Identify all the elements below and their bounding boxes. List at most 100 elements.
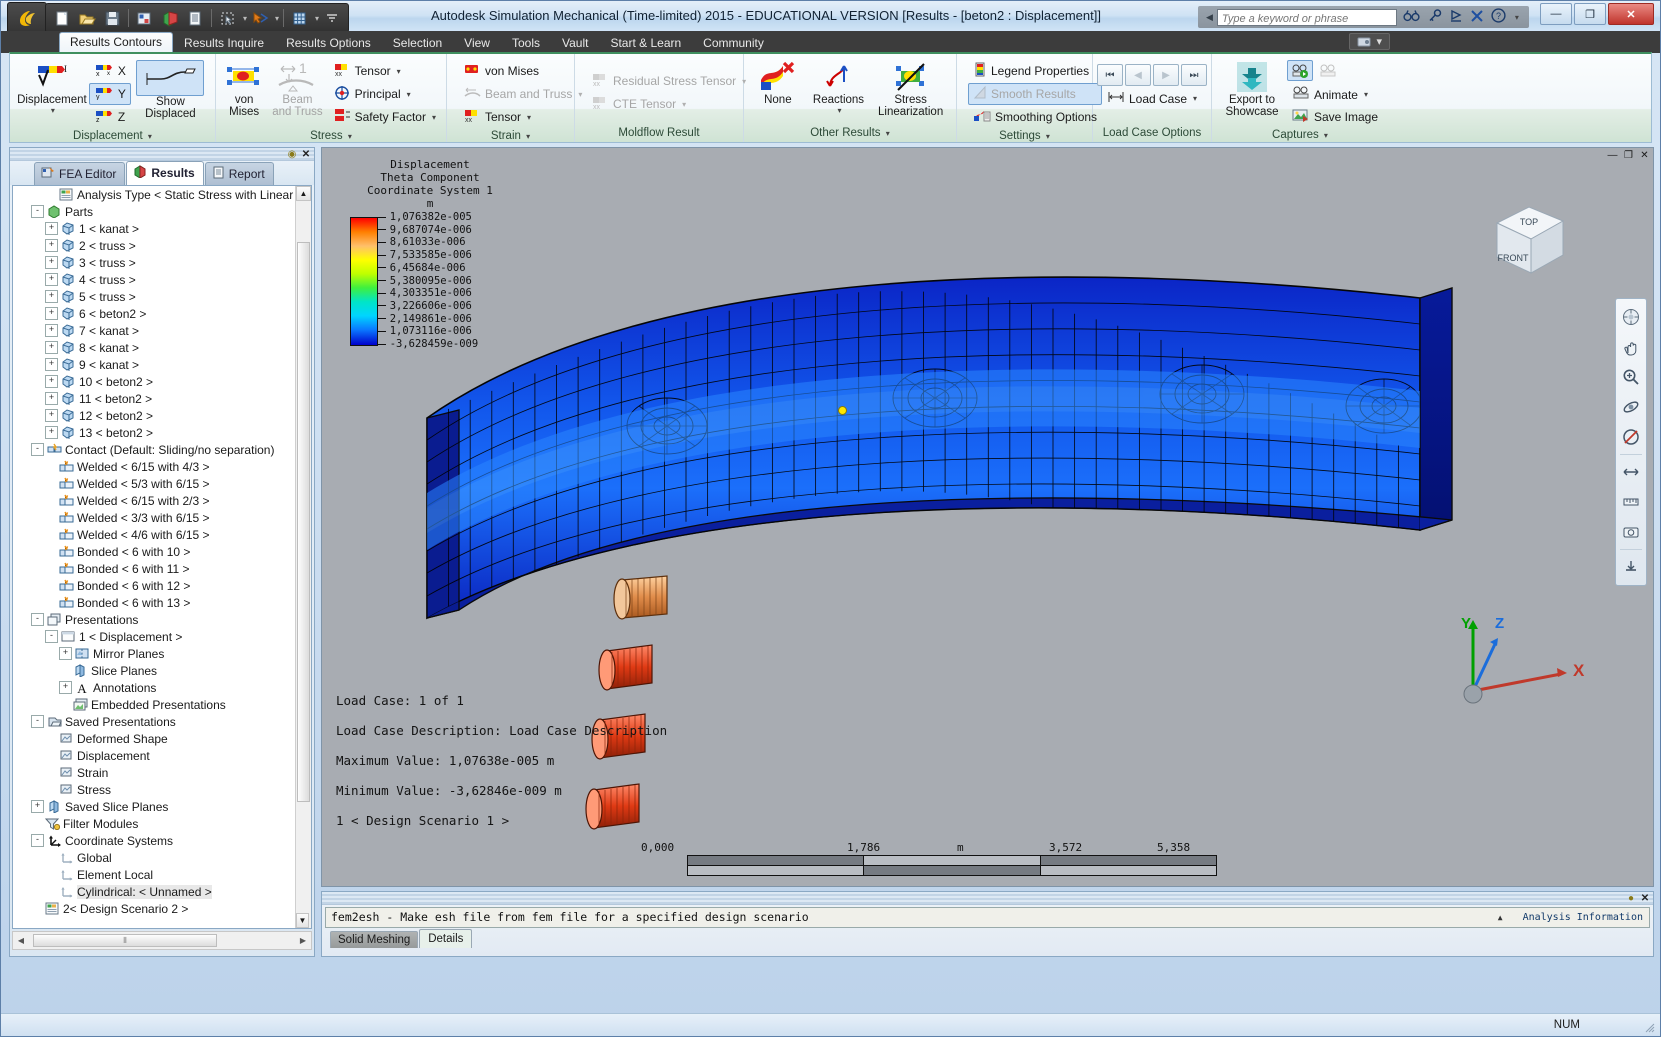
displacement-y-button[interactable]: y Y (89, 83, 131, 105)
autohide-pin-icon[interactable]: ◉ (286, 148, 298, 160)
tree-item[interactable]: Strain (13, 764, 311, 781)
tree-item[interactable]: +6 < beton2 > (13, 305, 311, 322)
animate-button[interactable]: Animate ▾ (1287, 84, 1383, 105)
help-icon[interactable]: ? (1491, 8, 1506, 26)
pointer-dropdown-icon[interactable]: ▾ (275, 14, 279, 23)
tree-item[interactable]: Global (13, 849, 311, 866)
tree-scroll-right-arrow[interactable]: ▶ (295, 936, 311, 945)
save-icon[interactable] (100, 7, 124, 29)
select-dropdown-icon[interactable]: ▾ (243, 14, 247, 23)
tree-item[interactable]: +12 < beton2 > (13, 407, 311, 424)
load-case-dropdown-icon[interactable]: ▾ (1193, 94, 1197, 103)
ribbon-tab-community[interactable]: Community (692, 33, 775, 53)
animate-dropdown-icon[interactable]: ▾ (1364, 90, 1368, 99)
stop-animation-button[interactable] (1315, 60, 1341, 81)
new-icon[interactable] (50, 7, 74, 29)
ribbon-workspace-dropdown[interactable]: ▾ (1349, 33, 1390, 50)
von-mises-stress-button[interactable]: von Mises (221, 58, 267, 118)
stress-linearization-button[interactable]: Stress Linearization (870, 58, 951, 118)
tree-item[interactable]: +2 < truss > (13, 237, 311, 254)
tree-item[interactable]: Welded < 4/6 with 6/15 > (13, 526, 311, 543)
tree-item[interactable]: Analysis Type < Static Stress with Linea… (13, 186, 311, 203)
tree-hscroll-thumb[interactable]: ⦀ (33, 934, 217, 947)
output-panel-tabs[interactable]: Solid Meshing Details (330, 929, 1653, 948)
tree-item[interactable]: -1 < Displacement > (13, 628, 311, 645)
tree-item[interactable]: Filter Modules (13, 815, 311, 832)
viewport-caption-buttons[interactable]: — ❐ ✕ (1606, 150, 1651, 163)
tree-item[interactable]: +8 < kanat > (13, 339, 311, 356)
group-title-stress[interactable]: Stress ▾ (216, 128, 446, 145)
stress-group-dropdown-icon[interactable]: ▾ (348, 132, 352, 141)
strain-buttons[interactable]: von Mises Beam and Truss ▾ xx Tensor ▾ (452, 58, 587, 128)
group-title-displacement[interactable]: Displacement ▾ (10, 128, 215, 145)
steering-wheel-icon[interactable] (1616, 302, 1646, 332)
cte-tensor-button[interactable]: xx CTE Tensor ▾ (586, 93, 751, 115)
model-icon[interactable] (158, 7, 182, 29)
search-expand-icon[interactable]: ◀ (1202, 12, 1217, 23)
captures-buttons[interactable]: Animate ▾ Save Image (1287, 58, 1383, 127)
tree-item[interactable]: +11 < beton2 > (13, 390, 311, 407)
maximize-button[interactable]: ❐ (1574, 3, 1606, 25)
ribbon-tab-view[interactable]: View (453, 33, 501, 53)
viewport-maximize-icon[interactable]: ❐ (1622, 150, 1635, 163)
tree-item[interactable]: Slice Planes (13, 662, 311, 679)
safety-factor-button[interactable]: Safety Factor ▾ (328, 106, 441, 128)
stress-principal-dropdown-icon[interactable]: ▾ (407, 90, 411, 99)
tree-item[interactable]: Welded < 6/15 with 4/3 > (13, 458, 311, 475)
moldflow-buttons[interactable]: xx Residual Stress Tensor ▾ xx CTE Tenso… (580, 58, 751, 115)
satellite-icon[interactable] (1449, 9, 1463, 26)
view-dropdown-icon[interactable]: ▾ (315, 14, 319, 23)
ribbon-tab-tools[interactable]: Tools (501, 33, 551, 53)
output-autohide-pin-icon[interactable]: ● (1625, 892, 1637, 904)
tree-item[interactable]: +13 < beton2 > (13, 424, 311, 441)
pan-icon[interactable] (1616, 332, 1646, 362)
tree-item[interactable]: Welded < 5/3 with 6/15 > (13, 475, 311, 492)
other-results-group-dropdown-icon[interactable]: ▾ (886, 129, 890, 138)
tree-item[interactable]: +7 < kanat > (13, 322, 311, 339)
captures-group-dropdown-icon[interactable]: ▾ (1324, 131, 1328, 140)
help-dropdown-icon[interactable]: ▾ (1515, 13, 1519, 22)
residual-stress-tensor-button[interactable]: xx Residual Stress Tensor ▾ (586, 70, 751, 92)
smooth-results-button[interactable]: Smooth Results (968, 83, 1102, 105)
output-panel-titlebar[interactable]: ● ✕ (322, 892, 1653, 905)
tab-report[interactable]: Report (205, 162, 274, 185)
strain-von-mises-button[interactable]: von Mises (458, 60, 587, 82)
stress-principal-button[interactable]: Principal ▾ (328, 83, 441, 105)
tree-item[interactable]: +10 < beton2 > (13, 373, 311, 390)
mesh-icon[interactable] (133, 7, 157, 29)
tree-item[interactable]: Bonded < 6 with 13 > (13, 594, 311, 611)
tree-item[interactable]: 2< Design Scenario 2 > (13, 900, 311, 917)
displacement-group-dropdown-icon[interactable]: ▾ (148, 132, 152, 141)
tree-item[interactable]: -Presentations (13, 611, 311, 628)
model-tree[interactable]: ▲ ▼ Analysis Type < Static Stress with L… (12, 185, 312, 929)
close-button[interactable]: ✕ (1608, 3, 1654, 25)
look-icon[interactable] (1616, 422, 1646, 452)
view-icon[interactable] (288, 7, 312, 29)
expand-icon[interactable]: + (45, 239, 58, 252)
group-title-settings[interactable]: Settings ▾ (957, 128, 1092, 145)
key-icon[interactable] (1427, 9, 1442, 26)
window-controls[interactable]: — ❐ ✕ (1540, 3, 1654, 25)
start-animation-button[interactable] (1287, 60, 1313, 81)
exchange-icon[interactable] (1470, 9, 1484, 26)
none-result-button[interactable]: None (749, 58, 807, 106)
expand-icon[interactable]: + (45, 392, 58, 405)
group-title-other-results[interactable]: Other Results ▾ (744, 125, 956, 142)
tree-item[interactable]: +Mirror Planes (13, 645, 311, 662)
resize-grip-icon[interactable] (1642, 1020, 1656, 1034)
load-case-next-button[interactable]: ▶ (1153, 64, 1179, 86)
collapse-icon[interactable]: - (31, 834, 44, 847)
tree-item[interactable]: Bonded < 6 with 10 > (13, 543, 311, 560)
reactions-dropdown-icon[interactable]: ▾ (837, 106, 841, 115)
tree-item[interactable]: +Saved Slice Planes (13, 798, 311, 815)
expand-icon[interactable]: + (59, 681, 72, 694)
settings-buttons[interactable]: Legend Properties Smooth Results Smoothi… (962, 58, 1102, 128)
left-panel-tabs[interactable]: FEA Editor Results Report (10, 161, 314, 185)
expand-icon[interactable]: + (45, 307, 58, 320)
bottom-icon[interactable] (1616, 552, 1646, 582)
collapse-icon[interactable]: - (31, 205, 44, 218)
displacement-dropdown-icon[interactable]: ▾ (51, 106, 55, 115)
load-case-last-button[interactable]: ⏭ (1181, 64, 1207, 86)
expand-icon[interactable]: + (59, 647, 72, 660)
tree-item[interactable]: +4 < truss > (13, 271, 311, 288)
